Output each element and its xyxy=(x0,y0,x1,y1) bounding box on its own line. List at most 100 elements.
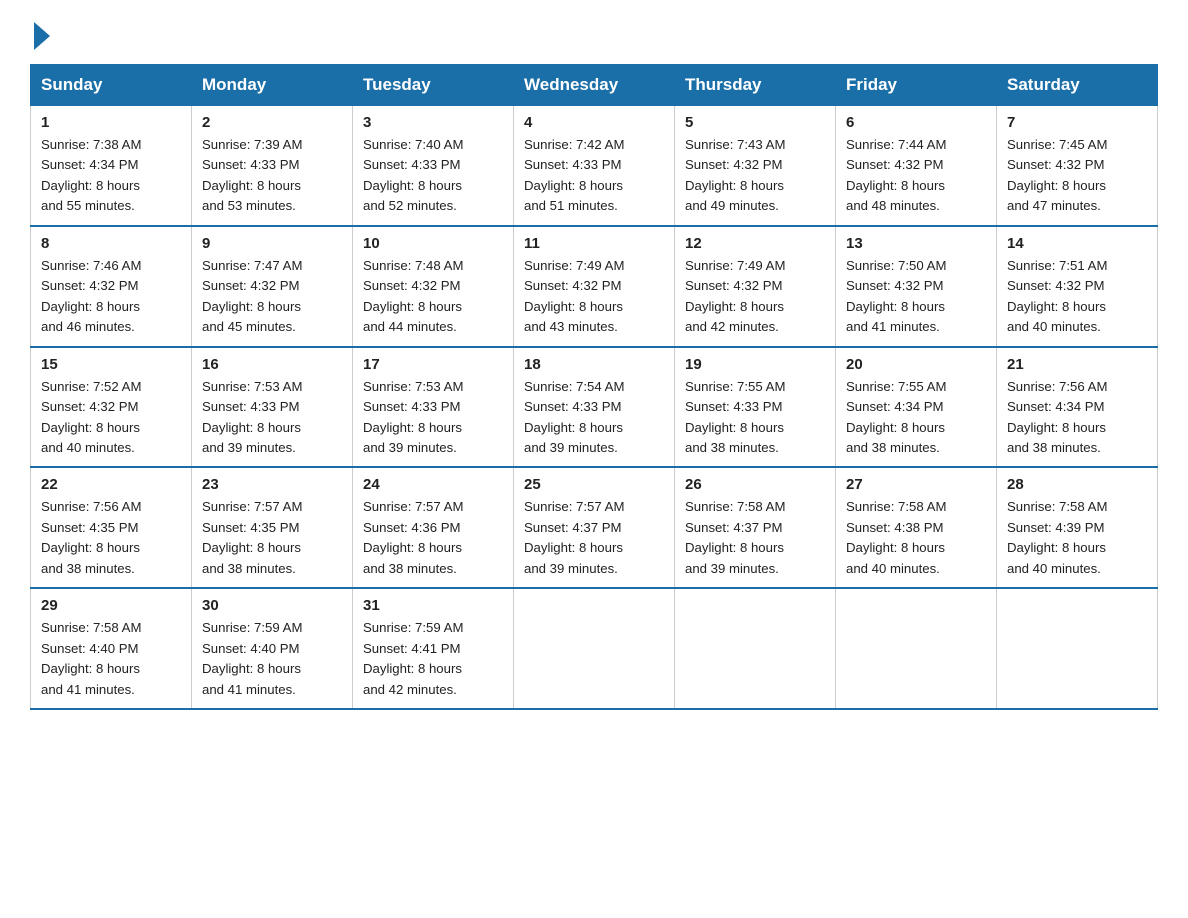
calendar-cell: 22 Sunrise: 7:56 AM Sunset: 4:35 PM Dayl… xyxy=(31,467,192,588)
day-number: 11 xyxy=(524,235,664,252)
day-number: 6 xyxy=(846,114,986,131)
day-info: Sunrise: 7:57 AM Sunset: 4:35 PM Dayligh… xyxy=(202,497,342,579)
day-info: Sunrise: 7:58 AM Sunset: 4:37 PM Dayligh… xyxy=(685,497,825,579)
day-number: 15 xyxy=(41,356,181,373)
column-header-wednesday: Wednesday xyxy=(514,65,675,106)
calendar-cell: 18 Sunrise: 7:54 AM Sunset: 4:33 PM Dayl… xyxy=(514,347,675,468)
day-number: 22 xyxy=(41,476,181,493)
day-info: Sunrise: 7:48 AM Sunset: 4:32 PM Dayligh… xyxy=(363,256,503,338)
calendar-cell: 8 Sunrise: 7:46 AM Sunset: 4:32 PM Dayli… xyxy=(31,226,192,347)
day-info: Sunrise: 7:50 AM Sunset: 4:32 PM Dayligh… xyxy=(846,256,986,338)
calendar-cell: 28 Sunrise: 7:58 AM Sunset: 4:39 PM Dayl… xyxy=(997,467,1158,588)
calendar-header-row: SundayMondayTuesdayWednesdayThursdayFrid… xyxy=(31,65,1158,106)
day-number: 9 xyxy=(202,235,342,252)
day-info: Sunrise: 7:53 AM Sunset: 4:33 PM Dayligh… xyxy=(202,377,342,459)
calendar-cell: 10 Sunrise: 7:48 AM Sunset: 4:32 PM Dayl… xyxy=(353,226,514,347)
day-info: Sunrise: 7:40 AM Sunset: 4:33 PM Dayligh… xyxy=(363,135,503,217)
calendar-week-row: 15 Sunrise: 7:52 AM Sunset: 4:32 PM Dayl… xyxy=(31,347,1158,468)
calendar-cell: 11 Sunrise: 7:49 AM Sunset: 4:32 PM Dayl… xyxy=(514,226,675,347)
day-number: 24 xyxy=(363,476,503,493)
day-number: 10 xyxy=(363,235,503,252)
day-info: Sunrise: 7:59 AM Sunset: 4:40 PM Dayligh… xyxy=(202,618,342,700)
day-info: Sunrise: 7:56 AM Sunset: 4:35 PM Dayligh… xyxy=(41,497,181,579)
day-info: Sunrise: 7:47 AM Sunset: 4:32 PM Dayligh… xyxy=(202,256,342,338)
day-number: 31 xyxy=(363,597,503,614)
day-info: Sunrise: 7:53 AM Sunset: 4:33 PM Dayligh… xyxy=(363,377,503,459)
day-info: Sunrise: 7:51 AM Sunset: 4:32 PM Dayligh… xyxy=(1007,256,1147,338)
day-number: 16 xyxy=(202,356,342,373)
calendar-cell: 25 Sunrise: 7:57 AM Sunset: 4:37 PM Dayl… xyxy=(514,467,675,588)
day-info: Sunrise: 7:55 AM Sunset: 4:33 PM Dayligh… xyxy=(685,377,825,459)
day-info: Sunrise: 7:59 AM Sunset: 4:41 PM Dayligh… xyxy=(363,618,503,700)
column-header-monday: Monday xyxy=(192,65,353,106)
day-number: 3 xyxy=(363,114,503,131)
calendar-week-row: 29 Sunrise: 7:58 AM Sunset: 4:40 PM Dayl… xyxy=(31,588,1158,709)
day-info: Sunrise: 7:58 AM Sunset: 4:40 PM Dayligh… xyxy=(41,618,181,700)
calendar-cell: 30 Sunrise: 7:59 AM Sunset: 4:40 PM Dayl… xyxy=(192,588,353,709)
day-number: 20 xyxy=(846,356,986,373)
day-info: Sunrise: 7:44 AM Sunset: 4:32 PM Dayligh… xyxy=(846,135,986,217)
day-info: Sunrise: 7:58 AM Sunset: 4:39 PM Dayligh… xyxy=(1007,497,1147,579)
day-info: Sunrise: 7:58 AM Sunset: 4:38 PM Dayligh… xyxy=(846,497,986,579)
calendar-cell: 20 Sunrise: 7:55 AM Sunset: 4:34 PM Dayl… xyxy=(836,347,997,468)
column-header-friday: Friday xyxy=(836,65,997,106)
page-header xyxy=(30,20,1158,46)
day-info: Sunrise: 7:46 AM Sunset: 4:32 PM Dayligh… xyxy=(41,256,181,338)
calendar-cell xyxy=(675,588,836,709)
calendar-cell: 23 Sunrise: 7:57 AM Sunset: 4:35 PM Dayl… xyxy=(192,467,353,588)
day-info: Sunrise: 7:45 AM Sunset: 4:32 PM Dayligh… xyxy=(1007,135,1147,217)
day-number: 14 xyxy=(1007,235,1147,252)
day-info: Sunrise: 7:57 AM Sunset: 4:37 PM Dayligh… xyxy=(524,497,664,579)
calendar-cell: 15 Sunrise: 7:52 AM Sunset: 4:32 PM Dayl… xyxy=(31,347,192,468)
column-header-tuesday: Tuesday xyxy=(353,65,514,106)
day-info: Sunrise: 7:49 AM Sunset: 4:32 PM Dayligh… xyxy=(685,256,825,338)
day-info: Sunrise: 7:55 AM Sunset: 4:34 PM Dayligh… xyxy=(846,377,986,459)
calendar-cell: 19 Sunrise: 7:55 AM Sunset: 4:33 PM Dayl… xyxy=(675,347,836,468)
day-number: 2 xyxy=(202,114,342,131)
day-info: Sunrise: 7:52 AM Sunset: 4:32 PM Dayligh… xyxy=(41,377,181,459)
calendar-table: SundayMondayTuesdayWednesdayThursdayFrid… xyxy=(30,64,1158,710)
calendar-cell: 24 Sunrise: 7:57 AM Sunset: 4:36 PM Dayl… xyxy=(353,467,514,588)
calendar-week-row: 8 Sunrise: 7:46 AM Sunset: 4:32 PM Dayli… xyxy=(31,226,1158,347)
day-number: 13 xyxy=(846,235,986,252)
calendar-cell: 6 Sunrise: 7:44 AM Sunset: 4:32 PM Dayli… xyxy=(836,106,997,226)
calendar-cell: 14 Sunrise: 7:51 AM Sunset: 4:32 PM Dayl… xyxy=(997,226,1158,347)
day-number: 8 xyxy=(41,235,181,252)
day-info: Sunrise: 7:43 AM Sunset: 4:32 PM Dayligh… xyxy=(685,135,825,217)
day-number: 30 xyxy=(202,597,342,614)
day-info: Sunrise: 7:38 AM Sunset: 4:34 PM Dayligh… xyxy=(41,135,181,217)
day-number: 7 xyxy=(1007,114,1147,131)
day-number: 12 xyxy=(685,235,825,252)
column-header-sunday: Sunday xyxy=(31,65,192,106)
column-header-thursday: Thursday xyxy=(675,65,836,106)
calendar-cell: 5 Sunrise: 7:43 AM Sunset: 4:32 PM Dayli… xyxy=(675,106,836,226)
calendar-cell: 16 Sunrise: 7:53 AM Sunset: 4:33 PM Dayl… xyxy=(192,347,353,468)
day-info: Sunrise: 7:54 AM Sunset: 4:33 PM Dayligh… xyxy=(524,377,664,459)
day-info: Sunrise: 7:42 AM Sunset: 4:33 PM Dayligh… xyxy=(524,135,664,217)
day-info: Sunrise: 7:56 AM Sunset: 4:34 PM Dayligh… xyxy=(1007,377,1147,459)
logo xyxy=(30,20,50,46)
calendar-cell: 1 Sunrise: 7:38 AM Sunset: 4:34 PM Dayli… xyxy=(31,106,192,226)
calendar-cell: 2 Sunrise: 7:39 AM Sunset: 4:33 PM Dayli… xyxy=(192,106,353,226)
column-header-saturday: Saturday xyxy=(997,65,1158,106)
calendar-cell: 29 Sunrise: 7:58 AM Sunset: 4:40 PM Dayl… xyxy=(31,588,192,709)
day-number: 19 xyxy=(685,356,825,373)
day-number: 26 xyxy=(685,476,825,493)
day-number: 4 xyxy=(524,114,664,131)
day-number: 27 xyxy=(846,476,986,493)
calendar-cell: 17 Sunrise: 7:53 AM Sunset: 4:33 PM Dayl… xyxy=(353,347,514,468)
calendar-cell: 7 Sunrise: 7:45 AM Sunset: 4:32 PM Dayli… xyxy=(997,106,1158,226)
day-number: 25 xyxy=(524,476,664,493)
day-number: 1 xyxy=(41,114,181,131)
calendar-cell: 12 Sunrise: 7:49 AM Sunset: 4:32 PM Dayl… xyxy=(675,226,836,347)
day-number: 23 xyxy=(202,476,342,493)
calendar-cell: 31 Sunrise: 7:59 AM Sunset: 4:41 PM Dayl… xyxy=(353,588,514,709)
day-number: 28 xyxy=(1007,476,1147,493)
calendar-cell: 3 Sunrise: 7:40 AM Sunset: 4:33 PM Dayli… xyxy=(353,106,514,226)
day-info: Sunrise: 7:39 AM Sunset: 4:33 PM Dayligh… xyxy=(202,135,342,217)
calendar-cell: 9 Sunrise: 7:47 AM Sunset: 4:32 PM Dayli… xyxy=(192,226,353,347)
logo-arrow-icon xyxy=(34,22,50,50)
day-info: Sunrise: 7:57 AM Sunset: 4:36 PM Dayligh… xyxy=(363,497,503,579)
calendar-cell xyxy=(997,588,1158,709)
calendar-cell xyxy=(836,588,997,709)
